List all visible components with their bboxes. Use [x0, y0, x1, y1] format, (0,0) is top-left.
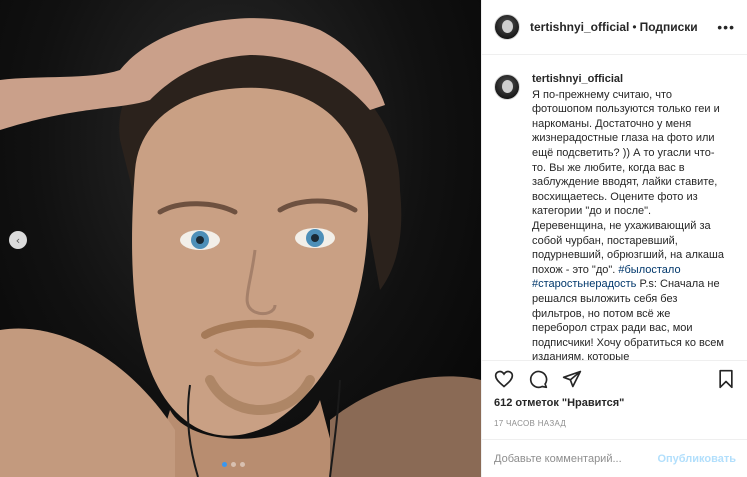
post-timestamp[interactable]: 17 часов назад	[494, 419, 736, 428]
post-photo[interactable]: ‹	[0, 0, 481, 477]
chevron-left-icon: ‹	[15, 233, 21, 247]
avatar[interactable]	[494, 14, 520, 40]
carousel-prev-button[interactable]: ‹	[9, 231, 27, 249]
comment-input[interactable]	[494, 452, 658, 465]
share-icon[interactable]	[562, 369, 582, 394]
carousel-dot	[231, 462, 236, 467]
separator-dot: •	[632, 20, 637, 34]
portrait-illustration	[0, 18, 481, 477]
action-icons	[494, 361, 736, 401]
post-header: tertishnyi_official • Подписки •••	[482, 0, 747, 55]
post-panel: tertishnyi_official • Подписки ••• terti…	[481, 0, 747, 477]
caption-text-more: P.s: Сначала не решался выложить себя бе…	[532, 278, 724, 360]
follow-button[interactable]: Подписки	[640, 20, 698, 34]
carousel-dot	[222, 462, 227, 467]
post-actions: 612 отметок "Нравится" 17 часов назад	[482, 360, 747, 428]
caption-avatar[interactable]	[494, 74, 520, 100]
more-options-icon[interactable]: •••	[717, 19, 735, 35]
caption-username[interactable]: tertishnyi_official	[532, 72, 728, 87]
comment-icon[interactable]	[528, 369, 548, 394]
header-username[interactable]: tertishnyi_official	[530, 20, 629, 34]
carousel-dots	[222, 462, 245, 467]
likes-count[interactable]: 612 отметок "Нравится"	[494, 397, 736, 409]
carousel-dot	[240, 462, 245, 467]
caption-body: tertishnyi_official Я по-прежнему считаю…	[532, 72, 728, 360]
caption-text: Я по-прежнему считаю, что фотошопом поль…	[532, 88, 724, 276]
publish-button[interactable]: Опубликовать	[657, 453, 736, 465]
comment-form: Опубликовать	[482, 439, 747, 477]
caption: tertishnyi_official Я по-прежнему считаю…	[494, 72, 736, 360]
comments-area[interactable]: tertishnyi_official Я по-прежнему считаю…	[482, 56, 747, 360]
bookmark-icon[interactable]	[716, 369, 736, 394]
heart-icon[interactable]	[494, 369, 514, 394]
